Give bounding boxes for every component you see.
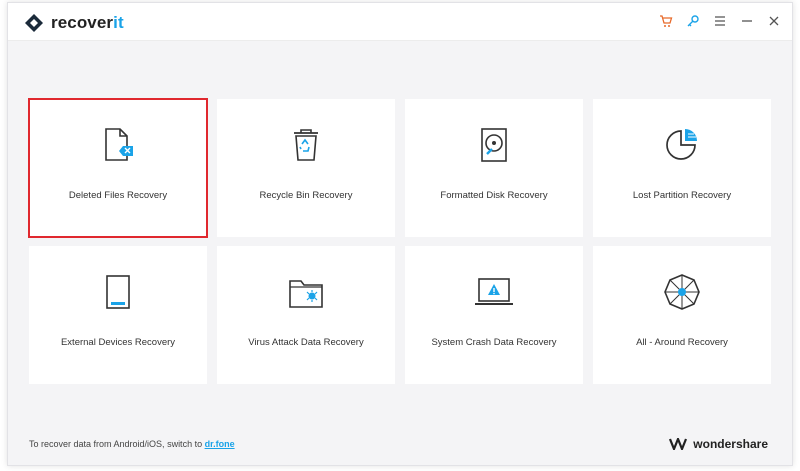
card-label: Lost Partition Recovery: [632, 190, 732, 201]
card-label: System Crash Data Recovery: [431, 337, 557, 348]
system-crash-icon: [474, 272, 514, 312]
card-label: Recycle Bin Recovery: [259, 190, 353, 201]
deleted-file-icon: [98, 125, 138, 165]
external-devices-recovery-card[interactable]: External Devices Recovery: [29, 246, 207, 384]
cart-icon[interactable]: [658, 13, 674, 29]
close-icon[interactable]: [766, 13, 782, 29]
formatted-disk-icon: [474, 125, 514, 165]
recoverit-logo-icon: [25, 14, 43, 32]
recycle-bin-recovery-card[interactable]: Recycle Bin Recovery: [217, 99, 395, 237]
card-label: Deleted Files Recovery: [68, 190, 168, 201]
card-label: Formatted Disk Recovery: [440, 190, 548, 201]
virus-attack-recovery-card[interactable]: Virus Attack Data Recovery: [217, 246, 395, 384]
card-label: All - Around Recovery: [636, 337, 728, 348]
menu-icon[interactable]: [712, 13, 728, 29]
wondershare-brand: wondershare: [669, 437, 768, 451]
title-bar: recoverit: [8, 3, 792, 41]
wondershare-logo-icon: [669, 438, 688, 450]
app-window: recoverit Deleted Files Recovery Recycle…: [7, 2, 793, 466]
deleted-files-recovery-card[interactable]: Deleted Files Recovery: [28, 98, 208, 238]
virus-folder-icon: [286, 272, 326, 312]
drfone-link[interactable]: dr.fone: [205, 439, 235, 449]
all-around-icon: [662, 272, 702, 312]
card-label: Virus Attack Data Recovery: [248, 337, 364, 348]
lost-partition-recovery-card[interactable]: Lost Partition Recovery: [593, 99, 771, 237]
minimize-icon[interactable]: [739, 13, 755, 29]
footer-note: To recover data from Android/iOS, switch…: [29, 439, 235, 449]
system-crash-recovery-card[interactable]: System Crash Data Recovery: [405, 246, 583, 384]
app-title: recoverit: [51, 13, 124, 32]
card-label: External Devices Recovery: [60, 337, 176, 348]
formatted-disk-recovery-card[interactable]: Formatted Disk Recovery: [405, 99, 583, 237]
all-around-recovery-card[interactable]: All - Around Recovery: [593, 246, 771, 384]
partition-icon: [662, 125, 702, 165]
recycle-bin-icon: [286, 125, 326, 165]
app-logo: recoverit: [24, 13, 124, 33]
key-icon[interactable]: [685, 13, 701, 29]
recovery-mode-grid: Deleted Files Recovery Recycle Bin Recov…: [28, 98, 771, 384]
external-device-icon: [98, 272, 138, 312]
